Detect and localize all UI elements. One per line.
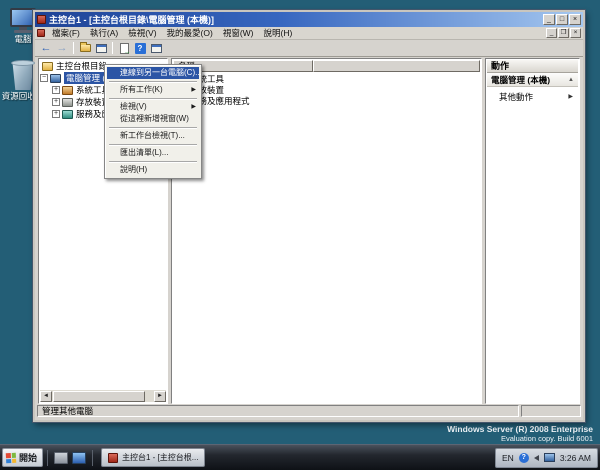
edition-watermark: Windows Server (R) 2008 Enterprise Evalu… (447, 425, 593, 443)
help-tray-icon[interactable]: ? (519, 453, 529, 463)
menu-item-new-taskpad-view[interactable]: 新工作台檢視(T)... (107, 130, 199, 142)
scrollbar-thumb[interactable] (53, 391, 145, 402)
menu-separator (109, 81, 197, 82)
menu-window[interactable]: 視窗(W) (218, 27, 259, 39)
menu-item-connect-another-computer[interactable]: 連線到另一台電腦(C)... (107, 67, 199, 79)
menu-help[interactable]: 說明(H) (259, 27, 298, 39)
help-button[interactable]: ? (132, 41, 148, 55)
minimize-button[interactable]: _ (543, 14, 555, 25)
console-tree-icon (96, 44, 107, 53)
column-header-filler (313, 60, 480, 72)
folder-icon (42, 62, 53, 71)
list-header-row: 名稱 (173, 60, 480, 72)
menu-separator (109, 127, 197, 128)
collapse-box-icon[interactable]: − (40, 74, 48, 82)
export-list-icon (120, 43, 129, 54)
menu-item-all-tasks[interactable]: 所有工作(K) ▶ (107, 84, 199, 96)
menu-separator (109, 98, 197, 99)
status-cell-right (521, 405, 581, 417)
taskbar-window-button[interactable]: 主控台1 - [主控台根... (101, 448, 205, 467)
window-title: 主控台1 - [主控台根目錄\電腦管理 (本機)] (49, 13, 542, 26)
menu-action[interactable]: 執行(A) (85, 27, 123, 39)
status-bar: 管理其他電腦 (37, 405, 581, 418)
results-list-pane: 名稱 系統工具 存放裝置 服務及應用程式 (171, 58, 482, 404)
submenu-arrow-icon: ▶ (191, 101, 196, 113)
child-system-menu-icon[interactable] (37, 29, 45, 37)
quick-launch-server-manager-icon[interactable] (54, 452, 68, 464)
language-indicator[interactable]: EN (502, 453, 514, 463)
mmc-console-icon (37, 15, 46, 24)
collapse-chevron-icon[interactable]: ▲ (568, 77, 574, 83)
submenu-arrow-icon: ▶ (568, 93, 573, 100)
recycle-bin-icon (11, 60, 35, 66)
submenu-arrow-icon: ▶ (191, 84, 196, 96)
status-text: 管理其他電腦 (37, 405, 519, 417)
back-button[interactable]: ← (38, 41, 54, 55)
title-bar[interactable]: 主控台1 - [主控台根目錄\電腦管理 (本機)] _ □ × (35, 12, 583, 27)
menu-separator (109, 161, 197, 162)
menu-separator (109, 144, 197, 145)
new-window-icon (151, 44, 162, 53)
new-window-button[interactable] (148, 41, 164, 55)
taskbar: 開始 主控台1 - [主控台根... EN ? 3:26 AM (0, 444, 600, 470)
start-button[interactable]: 開始 (2, 448, 43, 467)
export-list-button[interactable] (116, 41, 132, 55)
scroll-right-icon[interactable]: ► (154, 391, 166, 402)
volume-icon[interactable] (534, 455, 539, 461)
menu-item-new-window-from-here[interactable]: 從這裡新增視窗(W) (107, 113, 199, 125)
mmc-console-icon (108, 453, 118, 463)
watermark-line2: Evaluation copy. Build 6001 (447, 435, 593, 444)
menu-item-view[interactable]: 檢視(V) ▶ (107, 101, 199, 113)
desktop: 電腦 資源回收筒 Windows Server (R) 2008 Enterpr… (0, 0, 600, 470)
child-minimize-button[interactable]: _ (546, 28, 557, 38)
expand-box-icon[interactable]: + (52, 98, 60, 106)
toolbar-separator (112, 42, 113, 54)
taskbar-separator (47, 450, 48, 466)
toolbar-separator (73, 42, 74, 54)
storage-icon (62, 98, 73, 107)
folder-up-icon (80, 44, 91, 52)
forward-icon: → (57, 43, 68, 53)
up-one-level-button[interactable] (77, 41, 93, 55)
menu-favorites[interactable]: 我的最愛(O) (162, 27, 218, 39)
menu-item-export-list[interactable]: 匯出清單(L)... (107, 147, 199, 159)
close-button[interactable]: × (569, 14, 581, 25)
taskbar-window-label: 主控台1 - [主控台根... (122, 452, 198, 463)
toolbar: ← → ? (35, 40, 583, 57)
clock[interactable]: 3:26 AM (560, 453, 591, 463)
windows-flag-icon (6, 452, 17, 463)
computer-icon (50, 74, 61, 83)
show-console-tree-button[interactable] (93, 41, 109, 55)
menu-view[interactable]: 檢視(V) (123, 27, 161, 39)
actions-pane-title: 動作 (487, 60, 578, 73)
services-icon (62, 110, 73, 119)
network-icon[interactable] (544, 453, 555, 462)
actions-section-computer-management[interactable]: 電腦管理 (本機) ▲ (487, 73, 578, 87)
child-close-button[interactable]: × (570, 28, 581, 38)
menu-file[interactable]: 檔案(F) (47, 27, 85, 39)
forward-button[interactable]: → (54, 41, 70, 55)
horizontal-scrollbar[interactable]: ◄ ► (40, 390, 166, 402)
system-tools-icon (62, 86, 73, 95)
quick-launch-show-desktop-icon[interactable] (72, 452, 86, 464)
scroll-left-icon[interactable]: ◄ (40, 391, 52, 402)
child-restore-button[interactable]: ❐ (558, 28, 569, 38)
actions-pane: 動作 電腦管理 (本機) ▲ 其他動作 ▶ (485, 58, 580, 404)
menu-bar: 檔案(F) 執行(A) 檢視(V) 我的最愛(O) 視窗(W) 說明(H) _ … (35, 27, 583, 40)
expand-box-icon[interactable]: + (52, 86, 60, 94)
maximize-button[interactable]: □ (556, 14, 568, 25)
notification-area: EN ? 3:26 AM (495, 448, 598, 468)
help-icon: ? (135, 43, 146, 54)
expand-box-icon[interactable]: + (52, 110, 60, 118)
context-menu: 連線到另一台電腦(C)... 所有工作(K) ▶ 檢視(V) ▶ 從這裡新增視窗… (104, 64, 202, 179)
more-actions-item[interactable]: 其他動作 ▶ (487, 90, 578, 103)
menu-item-help[interactable]: 說明(H) (107, 164, 199, 176)
back-icon: ← (41, 43, 52, 53)
start-button-label: 開始 (19, 451, 37, 464)
taskbar-separator (92, 450, 93, 466)
